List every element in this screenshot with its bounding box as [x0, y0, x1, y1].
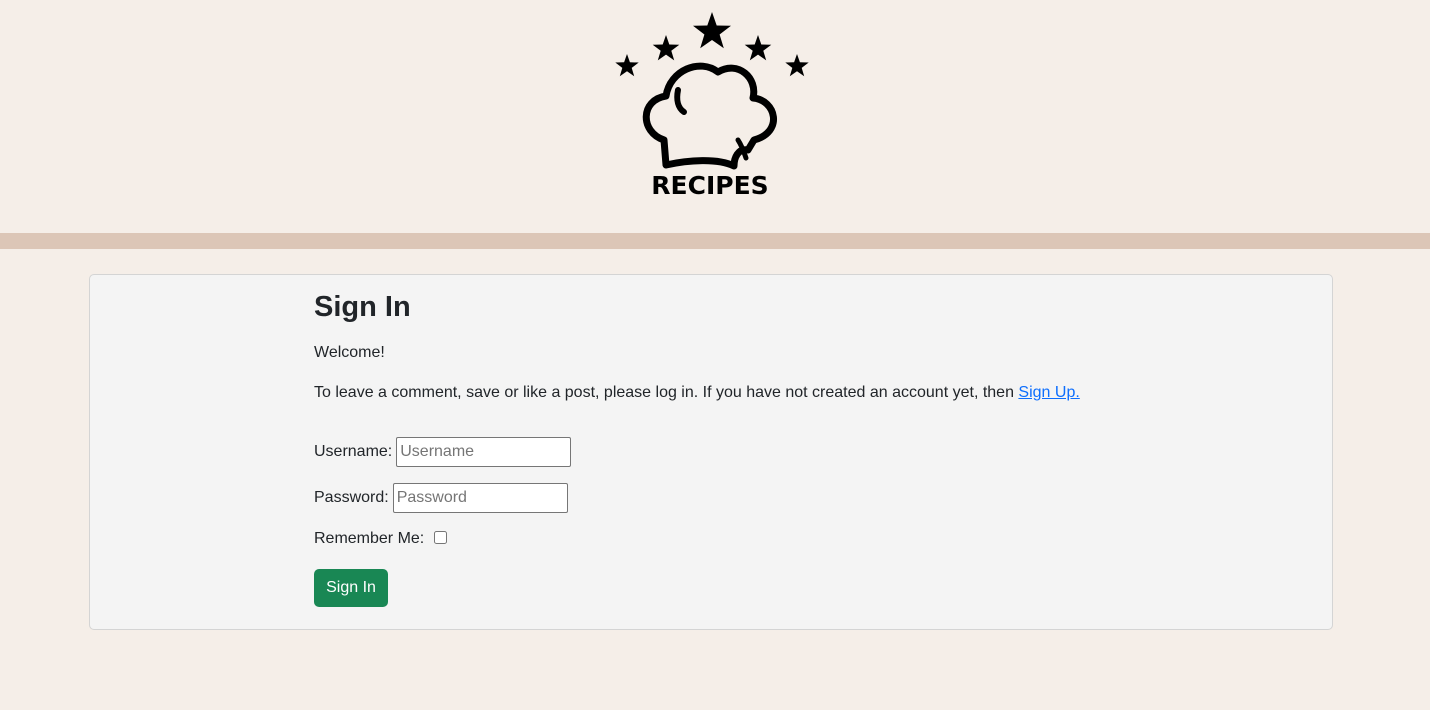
page-title: Sign In — [314, 291, 411, 323]
password-label: Password: — [314, 489, 389, 506]
signin-button[interactable]: Sign In — [314, 569, 388, 607]
chef-hat-logo-icon: RECIPES — [615, 12, 809, 200]
logo-text: RECIPES — [651, 171, 768, 200]
header-divider — [0, 233, 1430, 249]
remember-row: Remember Me: — [314, 530, 448, 548]
signin-card: Sign In Welcome! To leave a comment, sav… — [89, 274, 1333, 630]
recipes-logo[interactable]: RECIPES — [578, 0, 846, 233]
password-input[interactable] — [392, 483, 568, 513]
username-row: Username: — [314, 437, 572, 467]
site-header: RECIPES — [0, 0, 1430, 233]
username-input[interactable] — [396, 437, 572, 467]
welcome-text: Welcome! — [314, 344, 385, 361]
signup-link[interactable]: Sign Up. — [1018, 384, 1079, 401]
remember-label: Remember Me: — [314, 530, 425, 547]
password-row: Password: — [314, 483, 568, 513]
remember-me-checkbox[interactable] — [434, 530, 448, 544]
intro-text: To leave a comment, save or like a post,… — [314, 384, 1080, 402]
username-label: Username: — [314, 443, 393, 460]
intro-message: To leave a comment, save or like a post,… — [314, 384, 1019, 401]
